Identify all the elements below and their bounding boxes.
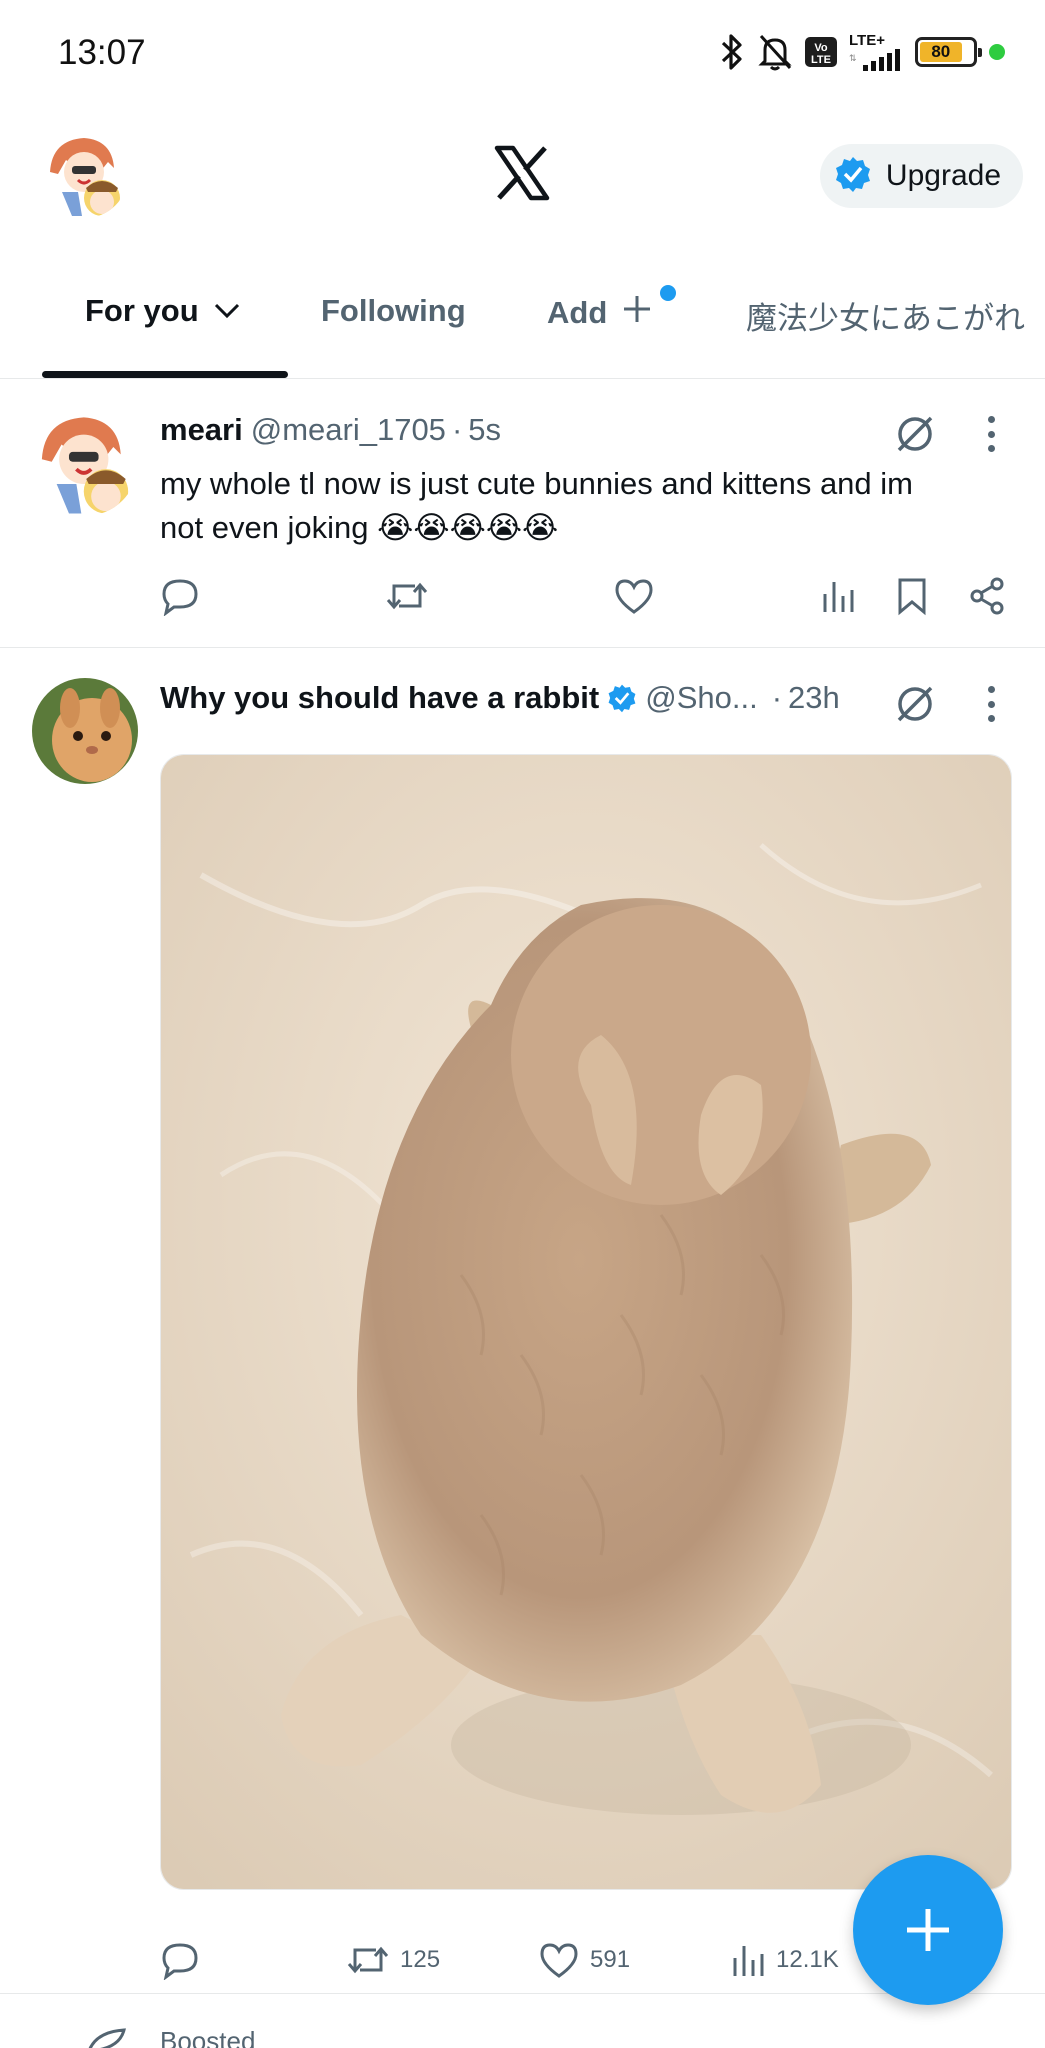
battery-icon: 80 [915,37,982,67]
post-context-label: Boosted [160,2026,256,2048]
bookmark-button[interactable] [895,576,929,616]
tab-label: Following [321,293,466,328]
grok-icon[interactable] [893,412,937,456]
signal-icon: LTE+ ⇅ [849,33,903,71]
upgrade-label: Upgrade [885,159,1001,192]
profile-avatar[interactable] [42,132,128,218]
repost-button[interactable]: 125 [346,1940,440,1980]
post-time[interactable]: 5s [468,412,501,448]
meta-separator: · [451,412,463,447]
volte-icon: Vo LTE [805,37,837,67]
boost-icon [84,2026,128,2048]
tab-following[interactable]: Following [321,293,466,329]
notification-dot-icon [660,285,676,301]
more-options-icon[interactable] [981,412,1001,456]
svg-text:⇅: ⇅ [849,54,857,64]
x-logo-icon[interactable] [493,144,551,202]
author-handle[interactable]: @meari_1705 [251,412,446,448]
like-button[interactable]: 591 [538,1940,630,1980]
post-avatar[interactable] [32,678,138,784]
more-options-icon[interactable] [981,682,1001,726]
share-button[interactable] [967,576,1007,616]
tab-label: For you [85,293,199,328]
grok-icon[interactable] [893,682,937,726]
mute-bell-icon [757,32,793,72]
status-bar: 13:07 Vo LTE LTE+ ⇅ 80 [0,0,1045,104]
views-button[interactable]: 12.1K [730,1940,839,1980]
post-header: Why you should have a rabbit @Sho... · 2… [160,680,840,716]
verified-badge-icon [607,683,637,713]
reply-button[interactable] [160,576,200,616]
timeline-tabs: For you Following Add 魔法少女にあこがれ [0,249,1045,379]
repost-count: 125 [400,1946,441,1973]
tab-label: Add [547,295,608,330]
post-text: my whole tl now is just cute bunnies and… [160,462,990,550]
post-header: meari @meari_1705 · 5s [160,412,501,448]
tab-label: 魔法少女にあこがれ [746,301,1025,336]
plus-icon [907,1909,949,1951]
post-media-image[interactable] [160,754,1012,1890]
views-button[interactable] [820,576,856,616]
post-time[interactable]: 23h [788,680,840,716]
author-name[interactable]: meari [160,412,243,448]
compose-button[interactable] [853,1855,1003,2005]
tab-for-you[interactable]: For you [85,293,241,329]
status-icons: Vo LTE LTE+ ⇅ 80 [719,30,1005,74]
repost-button[interactable] [385,576,429,616]
tab-list[interactable]: 魔法少女にあこがれ [746,293,1025,338]
like-button[interactable] [613,576,655,616]
post-text-line: my whole tl now is just cute bunnies and… [160,466,913,501]
views-count: 12.1K [776,1946,839,1973]
chevron-down-icon[interactable] [213,293,241,329]
network-type: LTE+ [849,32,885,49]
verified-badge-icon [834,155,872,198]
author-handle[interactable]: @Sho... [645,680,757,716]
meta-separator: · [771,680,783,715]
plus-icon [621,293,653,333]
battery-level: 80 [920,42,962,62]
author-name[interactable]: Why you should have a rabbit [160,680,599,716]
app-header: Upgrade [0,104,1045,249]
status-time: 13:07 [58,33,146,72]
post[interactable]: meari @meari_1705 · 5s my whole tl now i… [0,380,1045,648]
bluetooth-icon [719,32,745,72]
post-avatar[interactable] [32,410,138,516]
reply-button[interactable] [160,1940,210,1980]
active-tab-indicator [42,371,288,378]
tab-add[interactable]: Add [547,293,653,333]
privacy-indicator-icon [989,44,1005,60]
post-text-line: not even joking 😭😭😭😭😭 [160,510,559,545]
upgrade-button[interactable]: Upgrade [819,144,1023,208]
like-count: 591 [590,1946,631,1973]
